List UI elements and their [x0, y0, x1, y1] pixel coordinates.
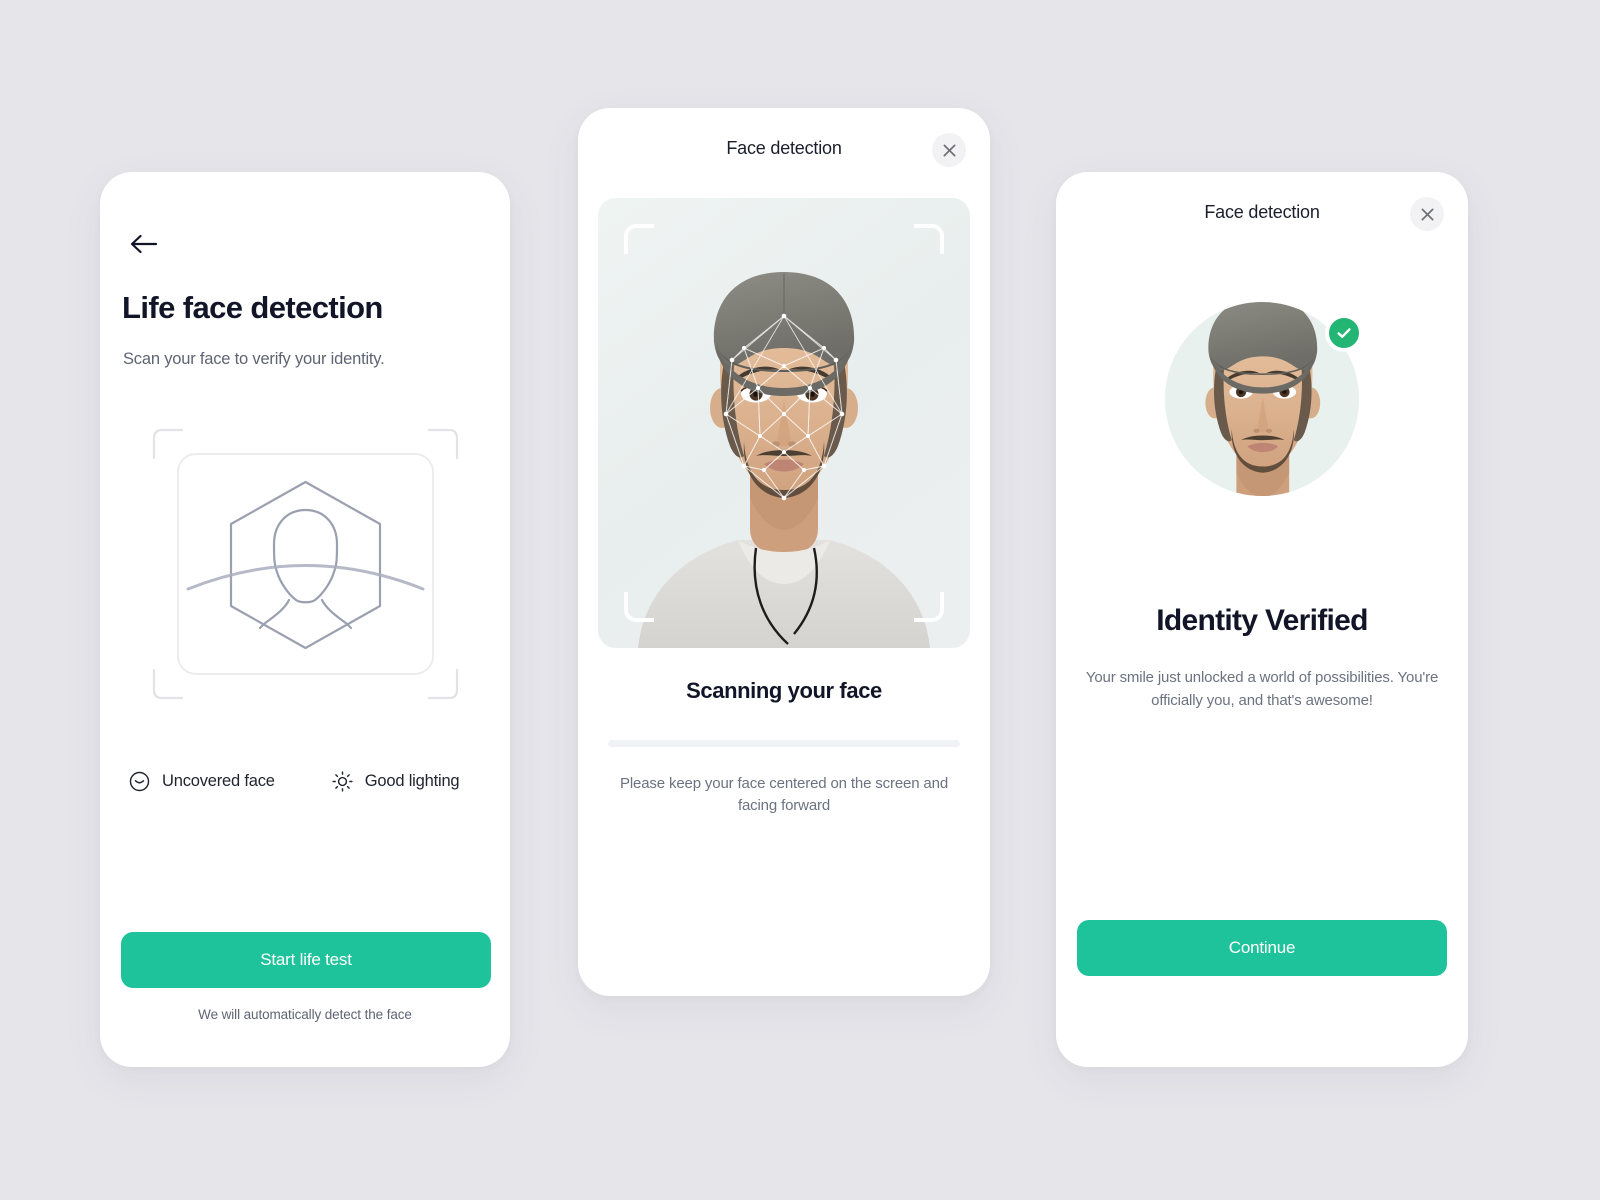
bracket-top-right-icon: [914, 224, 944, 254]
face-scan-illustration: [148, 424, 463, 704]
face-mesh-overlay: [723, 313, 845, 501]
page-subtitle: Scan your face to verify your identity.: [123, 350, 385, 368]
sheet-title: Face detection: [726, 138, 842, 158]
scan-hint-text: Please keep your face centered on the sc…: [619, 775, 949, 814]
scan-progress-bar: [608, 740, 960, 747]
arrow-left-icon: [130, 234, 158, 254]
sheet-header: Face detection: [1056, 172, 1468, 258]
verified-badge: [1325, 314, 1363, 352]
page-title: Life face detection: [122, 290, 383, 325]
close-icon: [943, 144, 955, 156]
close-button[interactable]: [932, 133, 966, 167]
start-life-test-button[interactable]: Start life test: [121, 932, 491, 988]
identity-verified-screen: Face detection Identity Verified Your sm…: [1056, 172, 1468, 1067]
requirement-good-lighting: Good lighting: [331, 770, 460, 793]
back-button[interactable]: [122, 224, 166, 264]
bracket-top-left-icon: [624, 224, 654, 254]
verified-subtitle: Your smile just unlocked a world of poss…: [1085, 669, 1439, 709]
camera-preview: [598, 198, 970, 648]
close-button[interactable]: [1410, 197, 1444, 231]
requirement-label: Good lighting: [364, 772, 460, 790]
continue-button[interactable]: Continue: [1077, 920, 1447, 976]
requirement-uncovered-face: Uncovered face: [128, 770, 275, 793]
face-scan-hexagon-icon: [152, 428, 459, 700]
face-detection-scanning-screen: Face detection Scanning your face Please…: [578, 108, 990, 996]
scan-status-text: Scanning your face: [686, 678, 882, 703]
screens-stage: Life face detection Scan your face to ve…: [0, 0, 1600, 1200]
verified-avatar: [1165, 302, 1363, 496]
close-icon: [1421, 208, 1433, 220]
smiley-face-icon: [129, 771, 150, 792]
requirements-list: Uncovered face Good lighting: [128, 770, 488, 793]
bracket-bottom-left-icon: [624, 592, 654, 622]
verified-title: Identity Verified: [1156, 604, 1368, 637]
sun-brightness-icon: [332, 771, 353, 792]
sheet-header: Face detection: [578, 108, 990, 194]
requirement-label: Uncovered face: [162, 772, 275, 790]
sheet-title: Face detection: [1204, 202, 1320, 222]
check-circle-icon: [1337, 328, 1351, 338]
life-face-detection-screen: Life face detection Scan your face to ve…: [100, 172, 510, 1067]
auto-detect-note: We will automatically detect the face: [198, 1007, 412, 1022]
bracket-bottom-right-icon: [914, 592, 944, 622]
